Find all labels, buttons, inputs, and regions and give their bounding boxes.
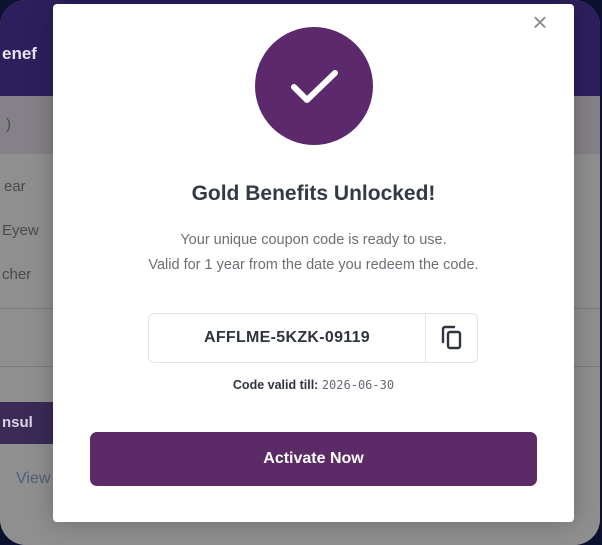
coupon-code[interactable]: AFFLME-5KZK-09119 bbox=[149, 314, 425, 362]
modal-message-line2: Valid for 1 year from the date you redee… bbox=[148, 257, 479, 273]
coupon-code-box: AFFLME-5KZK-09119 bbox=[148, 313, 478, 363]
copy-button[interactable] bbox=[425, 314, 477, 362]
valid-label: Code valid till: bbox=[232, 378, 319, 392]
app-row-text: Eyew bbox=[2, 222, 39, 239]
coupon-modal: × Gold Benefits Unlocked! Your unique co… bbox=[53, 4, 574, 522]
activate-now-button[interactable]: Activate Now bbox=[90, 432, 537, 486]
code-validity: Code valid till: 2026-06-30 bbox=[53, 378, 574, 392]
close-icon[interactable]: × bbox=[528, 9, 552, 35]
copy-icon bbox=[441, 325, 462, 350]
success-badge bbox=[255, 27, 373, 145]
view-link[interactable]: View bbox=[16, 470, 50, 488]
modal-message-line1: Your unique coupon code is ready to use. bbox=[180, 232, 447, 248]
modal-title: Gold Benefits Unlocked! bbox=[191, 182, 436, 205]
app-header-title: enef bbox=[2, 44, 37, 63]
check-icon bbox=[291, 70, 338, 103]
app-row-text: ) bbox=[6, 116, 11, 133]
valid-date: 2026-06-30 bbox=[321, 378, 395, 392]
app-row-text: cher bbox=[2, 266, 32, 283]
app-row-text: ear bbox=[4, 178, 26, 195]
